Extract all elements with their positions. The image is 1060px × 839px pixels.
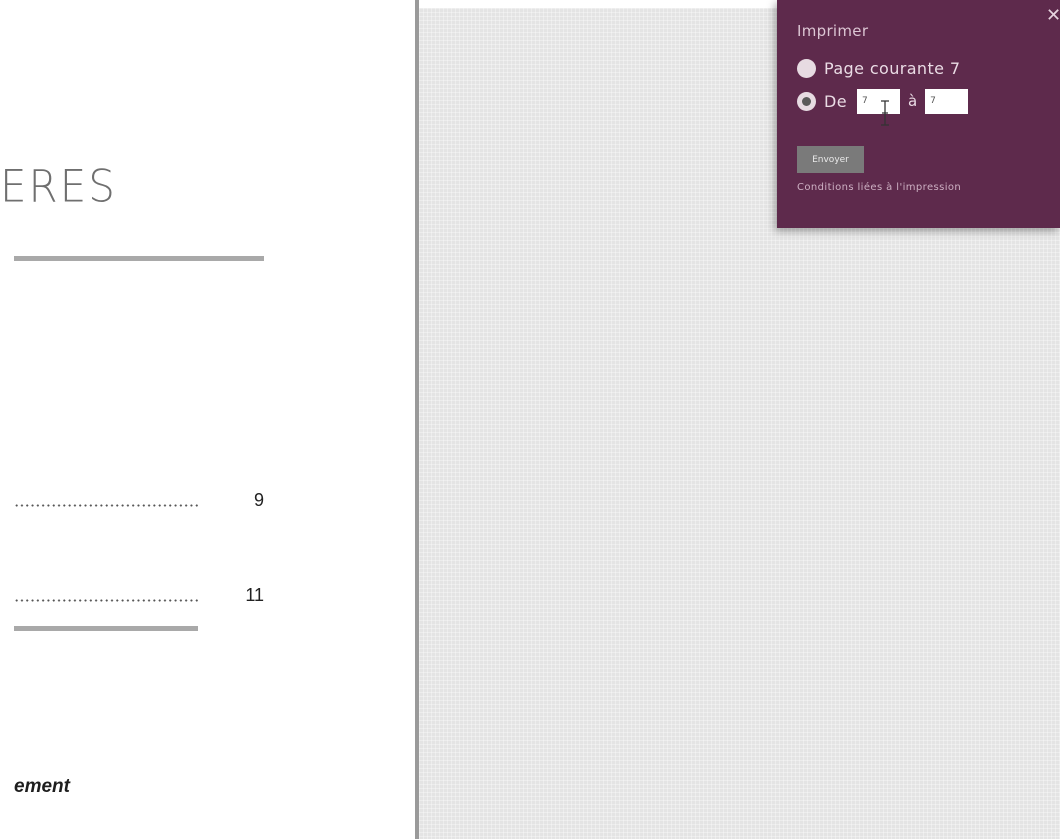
range-separator: à [907, 92, 918, 110]
section-rule [14, 626, 198, 631]
toc-entry[interactable]: 9 [14, 490, 264, 514]
document-page: ERES 9 11 ement [0, 0, 415, 839]
send-button[interactable]: Envoyer [797, 146, 864, 173]
radio-current-page[interactable] [797, 58, 816, 78]
text-cursor-icon [881, 100, 889, 126]
heading-underline [14, 256, 264, 261]
toc-page-number: 9 [253, 490, 264, 510]
toc-entry[interactable]: 11 [14, 585, 264, 609]
option-range-from-label: De [824, 91, 847, 111]
section-title-fragment: ement [14, 776, 70, 797]
option-current-page[interactable]: Page courante 7 [797, 56, 960, 80]
close-icon[interactable]: ✕ [1046, 6, 1060, 26]
print-conditions-link[interactable]: Conditions liées à l'impression [797, 182, 961, 193]
page-heading: ERES [0, 160, 117, 213]
print-dialog: Imprimer ✕ Page courante 7 De à Envoyer … [777, 0, 1060, 228]
option-current-page-label: Page courante 7 [824, 58, 961, 78]
toc-dot-leader [14, 599, 200, 602]
radio-page-range[interactable] [797, 91, 816, 111]
toc-dot-leader [14, 504, 200, 507]
print-dialog-title: Imprimer [797, 22, 869, 40]
toc-page-number: 11 [245, 585, 264, 605]
range-to-input[interactable] [925, 88, 969, 114]
